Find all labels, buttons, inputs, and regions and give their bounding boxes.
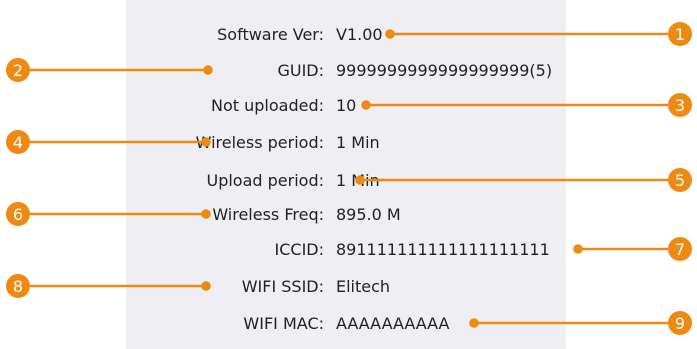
leader-dot-9 (469, 318, 479, 328)
leader-dot-3 (361, 100, 371, 110)
callout-number-8: 8 (13, 277, 23, 296)
callout-number-7: 7 (675, 240, 685, 259)
callout-number-5: 5 (675, 171, 685, 190)
callout-overlay: 1 2 3 4 5 6 7 8 9 (6, 22, 692, 335)
leader-dot-6 (201, 209, 211, 219)
callout-number-3: 3 (675, 96, 685, 115)
leader-dot-5 (355, 175, 365, 185)
leader-dot-1 (385, 29, 395, 39)
leader-dot-8 (201, 281, 211, 291)
leader-dot-7 (573, 244, 583, 254)
callout-number-2: 2 (13, 61, 23, 80)
callout-number-1: 1 (675, 25, 685, 44)
leader-dot-2 (203, 65, 213, 75)
callout-number-9: 9 (675, 314, 685, 333)
leader-dot-4 (201, 137, 211, 147)
callout-number-6: 6 (13, 205, 23, 224)
callout-number-4: 4 (13, 133, 23, 152)
